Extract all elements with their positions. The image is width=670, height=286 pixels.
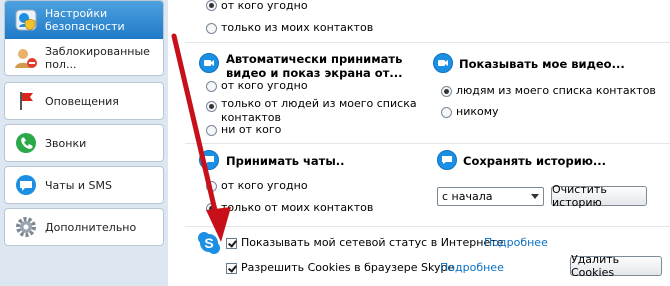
history-period-select[interactable]: с начала [437, 187, 544, 206]
online-status-more-link[interactable]: Подробнее [484, 236, 548, 249]
security-settings-icon [13, 7, 39, 33]
history-period-value: с начала [442, 190, 493, 203]
show-video-nobody-radio[interactable] [441, 107, 452, 118]
calls-contacts-radio[interactable] [206, 23, 217, 34]
sidebar-item-advanced-row: Дополнительно [5, 209, 163, 245]
chevron-down-icon [531, 194, 539, 199]
sidebar-item-security-settings[interactable]: Настройки безопасности [5, 1, 163, 39]
video-camera-icon [199, 53, 219, 73]
online-status-label: Показывать мой сетевой статус в Интернет… [241, 236, 504, 249]
security-group: Настройки безопасности Заблокированные п… [4, 0, 164, 76]
chat-icon [13, 172, 39, 198]
sidebar-item-calls-row: Звонки [5, 125, 163, 161]
chats-contacts-radio[interactable] [206, 203, 217, 214]
sidebar-item-label: Чаты и SMS [45, 178, 112, 192]
online-status-checkbox[interactable] [226, 238, 237, 249]
accept-chats-title: Принимать чаты.. [226, 154, 345, 168]
show-video-title: Показывать мое видео... [459, 57, 625, 71]
show-video-contacts-label: людям из моего списка контактов [456, 84, 656, 97]
divider [185, 143, 670, 144]
phone-icon [13, 130, 39, 156]
sidebar-item-chats-row: Чаты и SMS [5, 167, 163, 203]
save-history-title: Сохранять историю... [463, 154, 607, 168]
chats-contacts-label: только от моих контактов [221, 201, 374, 214]
divider [185, 42, 670, 43]
show-video-contacts-radio[interactable] [441, 86, 452, 97]
auto-video-nobody-label: ни от кого [221, 123, 282, 136]
auto-video-anyone-label: от кого угодно [221, 79, 308, 92]
history-icon [437, 150, 457, 170]
sidebar-item-blocked-users[interactable]: Заблокированные пол... [5, 39, 163, 77]
cookies-checkbox[interactable] [226, 263, 237, 274]
sidebar-item-notifications[interactable]: Оповещения [4, 82, 164, 120]
clear-history-button[interactable]: Очистить историю [551, 183, 647, 209]
cookies-more-link[interactable]: Подробнее [440, 261, 504, 274]
flag-icon [13, 88, 39, 114]
svg-text:S: S [204, 235, 213, 251]
auto-video-contacts-label: только от людей из моего списка контакто… [221, 97, 417, 124]
delete-cookies-button[interactable]: Удалить Cookies [570, 253, 662, 279]
auto-video-nobody-radio[interactable] [206, 125, 217, 136]
sidebar-item-notifications-row: Оповещения [5, 83, 163, 119]
video-camera-icon-2 [433, 53, 453, 73]
auto-video-anyone-radio[interactable] [206, 81, 217, 92]
sidebar-item-advanced[interactable]: Дополнительно [4, 208, 164, 246]
auto-video-title: Автоматически принимать видео и показ эк… [226, 52, 403, 80]
gear-icon [13, 214, 39, 240]
blocked-users-icon [13, 45, 39, 71]
skype-logo-icon: S [197, 231, 221, 255]
calls-anyone-label: от кого угодно [221, 0, 308, 12]
sidebar-item-label: Дополнительно [45, 220, 137, 234]
chats-anyone-radio[interactable] [206, 181, 217, 192]
chats-anyone-label: от кого угодно [221, 179, 308, 192]
sidebar: Настройки безопасности Заблокированные п… [0, 0, 168, 286]
calls-anyone-radio[interactable] [206, 0, 217, 11]
auto-video-contacts-radio[interactable] [206, 101, 217, 112]
sidebar-item-chats-sms[interactable]: Чаты и SMS [4, 166, 164, 204]
sidebar-item-label: Оповещения [45, 94, 119, 108]
chat-bubble-icon [199, 150, 219, 170]
sidebar-item-label: Заблокированные пол... [45, 45, 150, 71]
sidebar-item-label: Звонки [45, 136, 87, 150]
sidebar-item-calls[interactable]: Звонки [4, 124, 164, 162]
cookies-label: Разрешить Cookies в браузере Skype [241, 261, 455, 274]
sidebar-item-label: Настройки безопасности [45, 7, 125, 33]
show-video-nobody-label: никому [456, 105, 499, 118]
calls-contacts-label: только из моих контактов [221, 21, 374, 34]
divider [185, 226, 670, 227]
